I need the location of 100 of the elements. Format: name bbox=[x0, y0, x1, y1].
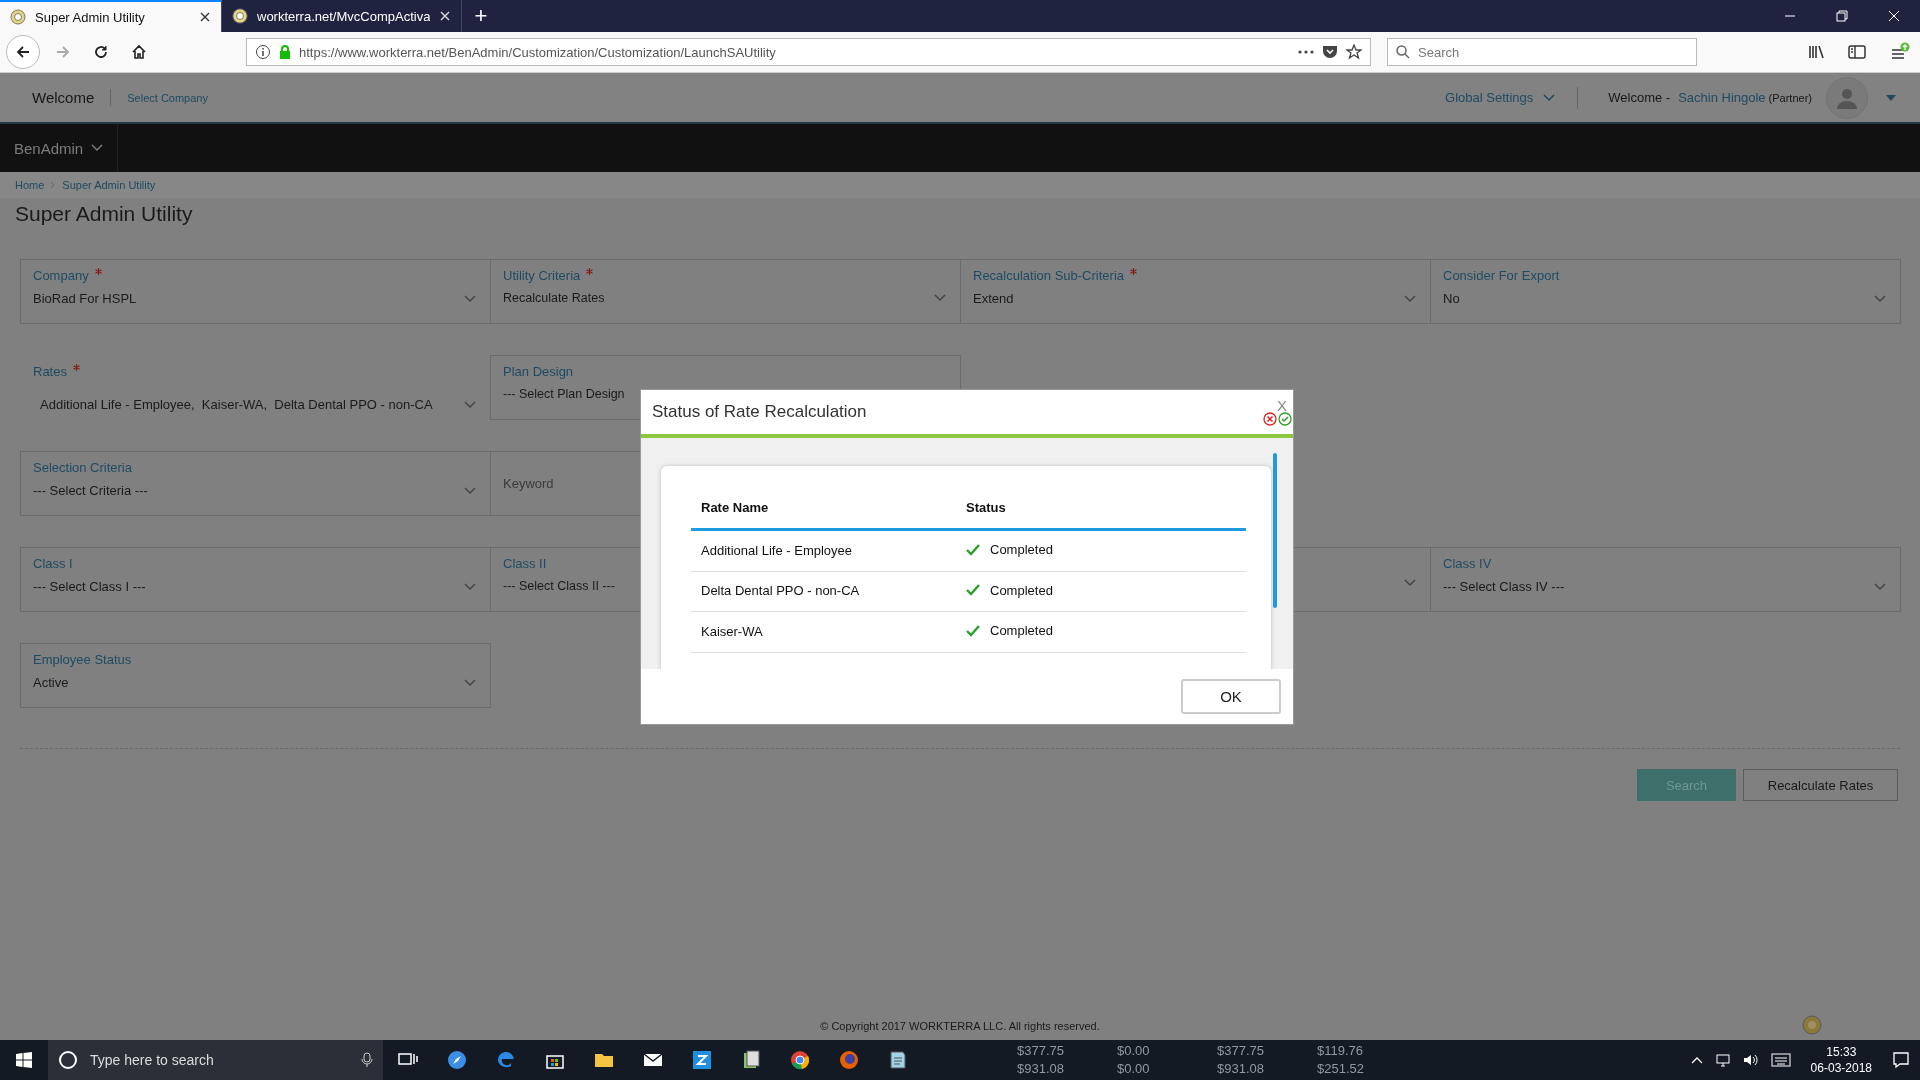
column-header: Status bbox=[956, 500, 1246, 530]
user-name-link[interactable]: Sachin Hingole bbox=[1678, 90, 1766, 105]
breadcrumb-link[interactable]: Home bbox=[15, 179, 45, 191]
menu-icon[interactable] bbox=[1890, 42, 1910, 62]
chevron-down-icon bbox=[464, 400, 476, 409]
chevron-right-icon bbox=[50, 181, 57, 189]
volume-icon[interactable] bbox=[1742, 1052, 1759, 1068]
ok-button[interactable]: OK bbox=[1181, 679, 1281, 714]
close-icon[interactable] bbox=[199, 11, 211, 23]
field-value: Additional Life - Employee, Kaiser-WA, Delta Dental PPO - non-CA bbox=[40, 397, 433, 412]
more-icon[interactable] bbox=[1298, 50, 1314, 54]
chevron-down-icon bbox=[464, 294, 476, 303]
close-button[interactable]: X bbox=[1277, 398, 1287, 413]
field-value: Recalculate Rates bbox=[503, 291, 605, 305]
dialog-title: Status of Rate Recalculation bbox=[652, 402, 867, 422]
global-settings-menu[interactable]: Global Settings bbox=[1445, 86, 1579, 109]
reload-icon[interactable] bbox=[93, 44, 109, 60]
dropdown-field[interactable]: Utility Criteria Recalculate Rates bbox=[490, 259, 961, 324]
chevron-down-icon bbox=[91, 144, 104, 152]
column-header: Rate Name bbox=[691, 500, 956, 530]
table-cell: Completed bbox=[966, 542, 1053, 557]
recalculate-rates-button[interactable]: Recalculate Rates bbox=[1743, 769, 1898, 801]
table-cell: Completed bbox=[966, 623, 1053, 638]
breadcrumb-link[interactable]: Super Admin Utility bbox=[62, 179, 156, 191]
background-value: $119.76 bbox=[1317, 1042, 1365, 1060]
field-label: Class II bbox=[503, 556, 547, 571]
field-label: Recalculation Sub-Criteria bbox=[973, 268, 1124, 283]
field-value: --- Select Class II --- bbox=[503, 579, 615, 593]
field-label: Class IV bbox=[1443, 556, 1492, 571]
info-icon bbox=[255, 44, 271, 60]
dropdown-field[interactable]: Selection Criteria --- Select Criteria --- bbox=[20, 451, 491, 516]
seal-icon bbox=[1802, 1015, 1822, 1035]
table-cell: Kaiser-WA bbox=[691, 611, 956, 652]
keyboard-icon[interactable] bbox=[1770, 1053, 1791, 1067]
copyright-text: © Copyright 2017 WORKTERRA LLC. All rights reserved. bbox=[820, 1020, 1100, 1032]
field-value: --- Select Criteria --- bbox=[33, 483, 148, 498]
browser-tab[interactable]: Super Admin Utility bbox=[0, 0, 222, 32]
dropdown-field[interactable]: Class IV --- Select Class IV --- bbox=[1430, 547, 1901, 612]
background-value: $0.00 bbox=[1117, 1060, 1151, 1078]
error-icon bbox=[1263, 412, 1277, 426]
caret-icon[interactable] bbox=[1886, 94, 1896, 101]
field-value: BioRad For HSPL bbox=[33, 291, 137, 306]
site-icon bbox=[10, 9, 26, 25]
field-value: --- Select Plan Design bbox=[503, 387, 625, 401]
chevron-down-icon bbox=[1404, 579, 1416, 587]
windows-logo-icon[interactable] bbox=[16, 1052, 32, 1068]
field-label: Selection Criteria bbox=[33, 460, 132, 475]
sidebar-icon[interactable] bbox=[1848, 44, 1866, 60]
address-bar[interactable]: https://www.workterra.net/BenAdmin/Customization/Customization/LaunchSAUtility bbox=[246, 38, 1371, 66]
multiselect-field[interactable]: Rates Additional Life - Employee, Kaiser-WA, Delta Dental PPO - non-CA bbox=[20, 355, 491, 420]
table-cell: Additional Life - Employee bbox=[691, 529, 956, 571]
chevron-down-icon bbox=[1874, 294, 1886, 303]
background-value: $931.08 bbox=[1017, 1060, 1065, 1078]
welcome-label: Welcome - bbox=[1608, 90, 1671, 105]
dropdown-field[interactable]: Company BioRad For HSPL bbox=[20, 259, 491, 324]
check-icon bbox=[966, 624, 980, 637]
cortana-icon bbox=[58, 1050, 78, 1070]
check-icon bbox=[966, 584, 980, 596]
chevron-down-icon bbox=[1404, 294, 1416, 303]
field-value: --- Select Class I --- bbox=[33, 579, 146, 594]
field-value: Active bbox=[33, 675, 69, 690]
network-icon[interactable] bbox=[1714, 1052, 1731, 1068]
field-value: Extend bbox=[973, 291, 1014, 306]
dropdown-field[interactable]: Consider For Export No bbox=[1430, 259, 1901, 324]
site-icon bbox=[232, 8, 248, 24]
arrow-left-icon bbox=[15, 44, 31, 60]
dropdown-field[interactable]: Recalculation Sub-Criteria Extend bbox=[960, 259, 1431, 324]
chevron-down-icon bbox=[1543, 93, 1556, 102]
background-value: $377.75 bbox=[1017, 1042, 1065, 1060]
field-label: Rates bbox=[33, 364, 67, 379]
search-icon bbox=[1396, 45, 1410, 59]
notification-icon[interactable] bbox=[1892, 1051, 1910, 1069]
chevron-down-icon bbox=[934, 294, 946, 302]
dropdown-field[interactable]: Employee Status Active bbox=[20, 643, 491, 708]
library-icon[interactable] bbox=[1808, 44, 1826, 60]
pocket-icon[interactable] bbox=[1322, 44, 1338, 60]
chevron-down-icon bbox=[464, 582, 476, 591]
dropdown-field[interactable]: Class I --- Select Class I --- bbox=[20, 547, 491, 612]
search-field[interactable]: Search bbox=[1387, 38, 1697, 66]
restore-icon[interactable] bbox=[1836, 10, 1848, 22]
field-label: Utility Criteria bbox=[503, 268, 581, 283]
user-role: (Partner) bbox=[1768, 91, 1812, 104]
table-cell: Delta Dental PPO - non-CA bbox=[691, 571, 956, 612]
taskbar-search-field[interactable]: Type here to search bbox=[48, 1040, 383, 1080]
field-label: Plan Design bbox=[503, 364, 574, 379]
chevron-down-icon bbox=[464, 486, 476, 495]
chevron-down-icon bbox=[464, 678, 476, 687]
clock[interactable]: 15:33 06-03-2018 bbox=[1810, 1044, 1872, 1076]
star-icon[interactable] bbox=[1346, 44, 1362, 60]
new-tab-button[interactable]: + bbox=[462, 0, 500, 32]
background-value: $377.75 bbox=[1217, 1042, 1265, 1060]
chevron-up-icon[interactable] bbox=[1690, 1056, 1703, 1064]
back-button[interactable] bbox=[6, 35, 40, 69]
select-company-link[interactable]: Select Company bbox=[127, 91, 208, 104]
field-label: Company bbox=[33, 268, 89, 283]
welcome-text: Welcome bbox=[32, 89, 112, 106]
home-icon[interactable] bbox=[131, 44, 147, 60]
field-value: --- Select Class IV --- bbox=[1443, 579, 1565, 594]
field-label: Class I bbox=[33, 556, 73, 571]
scrollbar-thumb[interactable] bbox=[1273, 453, 1277, 608]
